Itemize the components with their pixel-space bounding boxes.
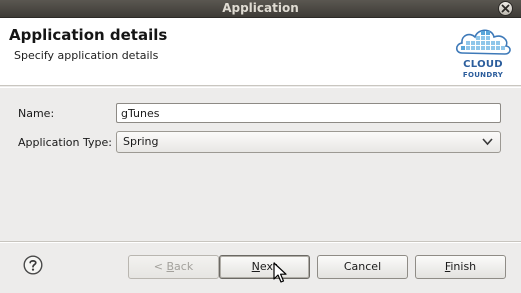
wizard-header: Application details Specify application … bbox=[0, 18, 521, 86]
page-description: Specify application details bbox=[14, 49, 159, 62]
cancel-label: Cancel bbox=[343, 260, 382, 273]
back-button[interactable]: < Back bbox=[128, 255, 219, 279]
cloud-icon bbox=[455, 29, 511, 55]
back-label-rest: ack bbox=[174, 260, 194, 273]
page-title: Application details bbox=[9, 26, 168, 44]
logo-text-cloud: CLOUD bbox=[463, 59, 503, 70]
title-bar[interactable]: Application bbox=[0, 0, 521, 18]
back-prefix: < bbox=[153, 260, 167, 273]
help-icon bbox=[23, 255, 43, 275]
application-type-select[interactable]: Spring bbox=[116, 131, 501, 153]
name-input[interactable] bbox=[116, 103, 501, 123]
header-separator bbox=[0, 87, 521, 88]
next-button[interactable]: Next bbox=[219, 255, 310, 279]
mouse-pointer-icon bbox=[273, 262, 287, 283]
help-button[interactable] bbox=[23, 255, 43, 275]
dialog-window: Application Application details Specify … bbox=[0, 0, 521, 293]
chevron-down-icon bbox=[482, 138, 493, 146]
back-mnemonic: B bbox=[166, 260, 175, 273]
finish-button[interactable]: Finish bbox=[415, 255, 506, 279]
finish-label-rest: inish bbox=[450, 260, 477, 273]
application-type-value: Spring bbox=[123, 135, 159, 148]
close-icon bbox=[501, 4, 510, 13]
logo-text-foundry: FOUNDRY bbox=[462, 71, 504, 79]
cancel-button[interactable]: Cancel bbox=[317, 255, 408, 279]
next-mnemonic: N bbox=[251, 260, 260, 273]
name-label: Name: bbox=[18, 107, 55, 120]
button-bar-separator-highlight bbox=[0, 242, 521, 243]
cloud-foundry-logo: CLOUD FOUNDRY bbox=[452, 23, 514, 85]
application-type-label: Application Type: bbox=[18, 136, 112, 149]
close-button[interactable] bbox=[498, 1, 513, 16]
window-title: Application bbox=[222, 1, 299, 15]
